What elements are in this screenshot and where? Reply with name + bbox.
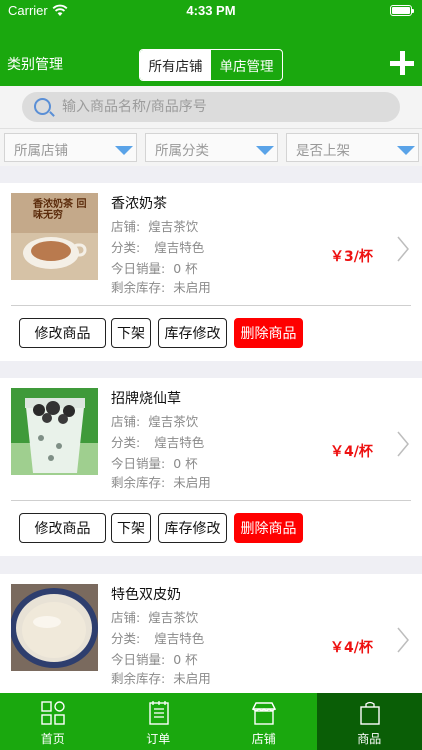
product-store: 店铺: 煌吉茶饮 (111, 610, 199, 625)
stock-edit-button[interactable]: 库存修改 (158, 513, 227, 543)
tab-products-label: 商品 (357, 732, 382, 746)
status-bar: Carrier 4:33 PM (0, 0, 422, 22)
product-image-text: 香浓奶茶 回味无穷 (33, 199, 87, 221)
search-field (22, 92, 400, 122)
product-stock: 剩余库存: 未启用 (111, 280, 211, 295)
chevron-right-icon[interactable] (396, 626, 410, 654)
off-shelf-button[interactable]: 下架 (111, 513, 151, 543)
dropdown-arrow-icon (397, 146, 415, 155)
product-today-sales: 今日销量: 0 杯 (111, 456, 198, 471)
search-input[interactable] (62, 92, 382, 122)
product-category: 分类: 煌吉特色 (111, 631, 205, 646)
grid-icon (41, 701, 65, 725)
filter-listed-dropdown[interactable]: 是否上架 (286, 133, 419, 162)
product-category: 分类: 煌吉特色 (111, 240, 205, 255)
product-today-sales: 今日销量: 0 杯 (111, 261, 198, 276)
divider (11, 305, 411, 306)
tab-bar: 首页 订单 店铺 商品 (0, 693, 422, 750)
product-category: 分类: 煌吉特色 (111, 435, 205, 450)
filter-listed-label: 是否上架 (296, 143, 350, 159)
product-store: 店铺: 煌吉茶饮 (111, 219, 199, 234)
battery-icon (390, 5, 414, 16)
search-bar (0, 86, 422, 128)
filter-store-dropdown[interactable]: 所属店铺 (4, 133, 137, 162)
tab-store[interactable]: 店铺 (211, 693, 317, 750)
tab-home-label: 首页 (40, 732, 65, 746)
product-image-double-skin-milk (11, 584, 98, 671)
store-scope-segmented-control: 所有店铺 单店管理 (139, 49, 283, 81)
segment-single-store[interactable]: 单店管理 (211, 50, 282, 80)
filter-store-label: 所属店铺 (14, 143, 68, 159)
delete-product-button[interactable]: 删除商品 (234, 318, 303, 348)
tab-orders-label: 订单 (146, 732, 171, 746)
product-image-milk-tea: 香浓奶茶 回味无穷 (11, 193, 98, 280)
edit-product-button[interactable]: 修改商品 (19, 513, 106, 543)
product-card: 招牌烧仙草 店铺: 煌吉茶饮 分类: 煌吉特色 今日销量: 0 杯 剩余库存: 未启用 … (0, 378, 422, 556)
product-stock: 剩余库存: 未启用 (111, 671, 211, 686)
dropdown-arrow-icon (115, 146, 133, 155)
search-icon (34, 98, 51, 115)
product-name: 招牌烧仙草 (111, 391, 181, 407)
divider (11, 500, 411, 501)
add-icon[interactable] (390, 51, 416, 77)
chevron-right-icon[interactable] (396, 430, 410, 458)
category-management-button[interactable]: 类别管理 (7, 54, 63, 74)
segment-all-stores[interactable]: 所有店铺 (140, 50, 211, 80)
product-name: 特色双皮奶 (111, 587, 181, 603)
filter-category-dropdown[interactable]: 所属分类 (145, 133, 278, 162)
bag-icon (359, 701, 380, 725)
chevron-right-icon[interactable] (396, 235, 410, 263)
shop-icon (252, 702, 276, 725)
filter-bar: 所属店铺 所属分类 是否上架 (0, 128, 422, 166)
dropdown-arrow-icon (256, 146, 274, 155)
tab-products[interactable]: 商品 (316, 693, 422, 750)
product-price: ￥3/杯 (330, 249, 373, 265)
navigation-bar: Carrier 4:33 PM 类别管理 所有店铺 单店管理 (0, 0, 422, 86)
off-shelf-button[interactable]: 下架 (111, 318, 151, 348)
tab-store-label: 店铺 (251, 732, 276, 746)
product-stock: 剩余库存: 未启用 (111, 475, 211, 490)
delete-product-button[interactable]: 删除商品 (234, 513, 303, 543)
product-price: ￥4/杯 (330, 640, 373, 656)
product-name: 香浓奶茶 (111, 196, 167, 212)
filter-category-label: 所属分类 (155, 143, 209, 159)
stock-edit-button[interactable]: 库存修改 (158, 318, 227, 348)
product-image-grass-jelly (11, 388, 98, 475)
edit-product-button[interactable]: 修改商品 (19, 318, 106, 348)
tab-orders[interactable]: 订单 (106, 693, 212, 750)
clock: 4:33 PM (186, 3, 236, 18)
order-list-icon (148, 701, 169, 725)
product-store: 店铺: 煌吉茶饮 (111, 414, 199, 429)
tab-home[interactable]: 首页 (0, 693, 106, 750)
product-today-sales: 今日销量: 0 杯 (111, 652, 198, 667)
product-price: ￥4/杯 (330, 444, 373, 460)
product-card: 特色双皮奶 店铺: 煌吉茶饮 分类: 煌吉特色 今日销量: 0 杯 剩余库存: 未启用 … (0, 574, 422, 693)
product-card: 香浓奶茶 回味无穷 香浓奶茶 店铺: 煌吉茶饮 分类: 煌吉特色 今日销量: 0 杯 … (0, 183, 422, 361)
